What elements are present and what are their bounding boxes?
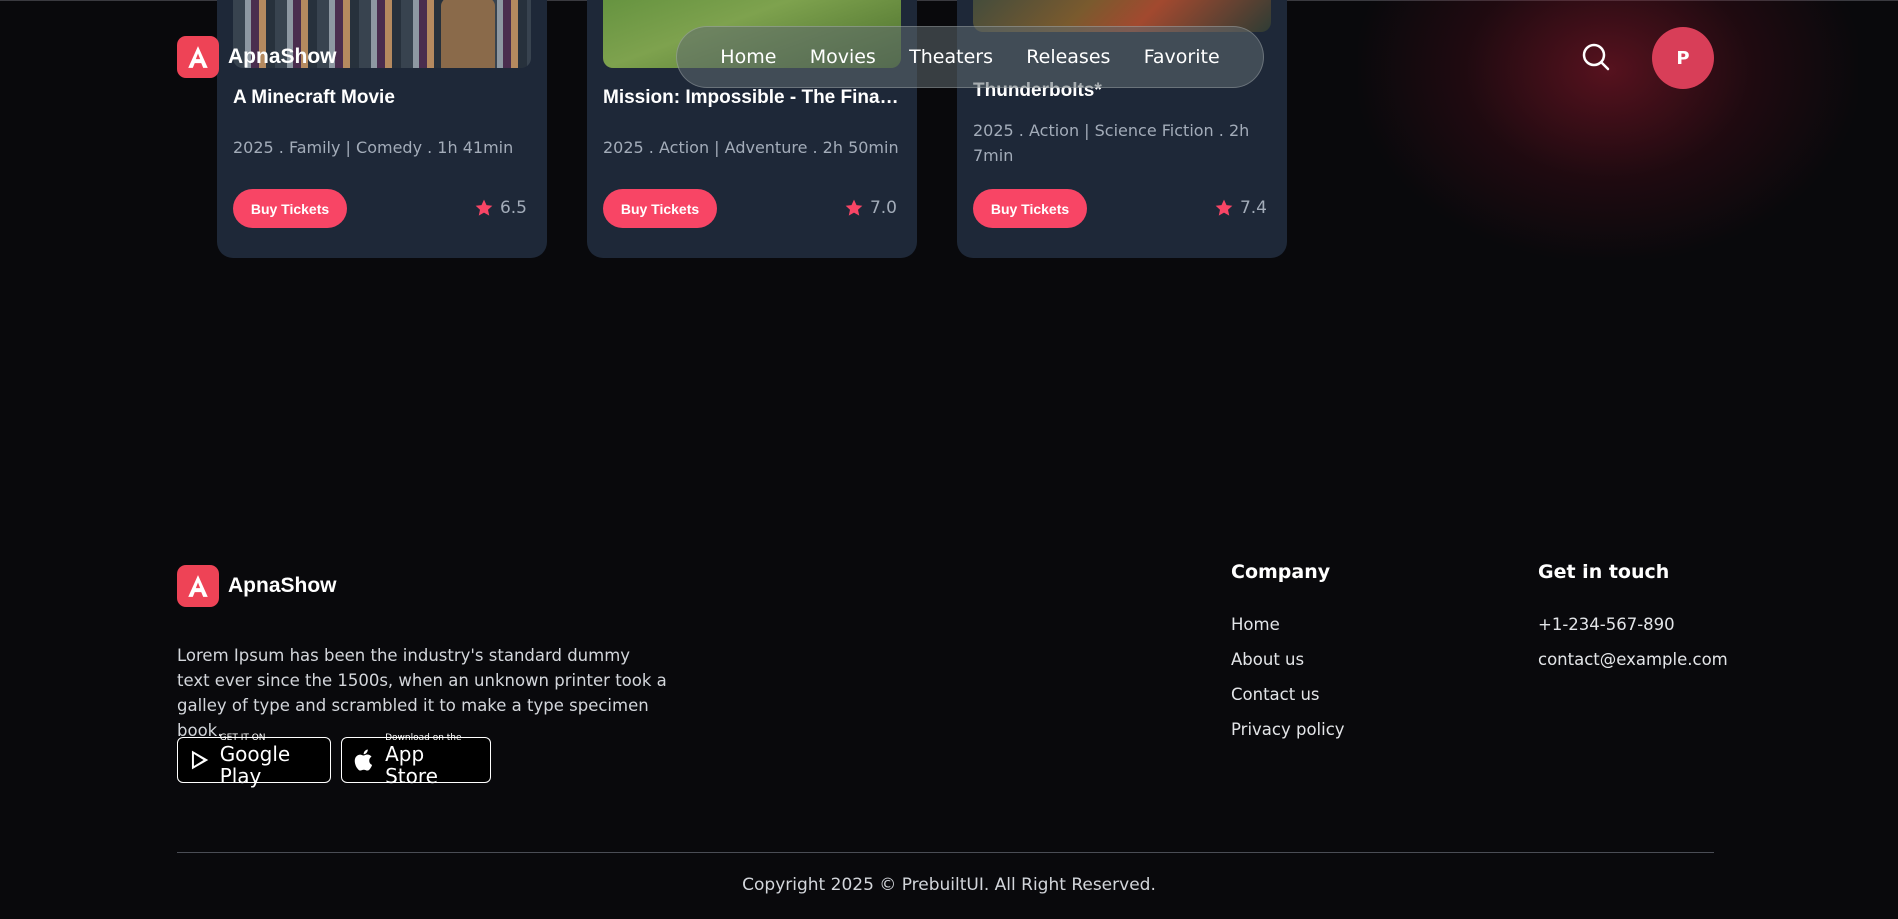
company-heading: Company <box>1231 561 1331 583</box>
user-avatar[interactable]: P <box>1652 27 1714 89</box>
logo-text: ApnaShow <box>228 45 337 68</box>
movie-rating: 7.0 <box>844 198 897 218</box>
store-big-text: App Store <box>385 742 438 788</box>
nav-home[interactable]: Home <box>720 46 776 68</box>
copyright-text: Copyright 2025 © PrebuiltUI. All Right R… <box>742 875 1156 895</box>
apple-icon <box>354 749 373 771</box>
nav-favorite[interactable]: Favorite <box>1144 46 1220 68</box>
google-play-icon <box>191 750 209 770</box>
nav-theaters[interactable]: Theaters <box>909 46 993 68</box>
app-store-button[interactable]: Download on the App Store <box>341 733 491 787</box>
footer-link-home[interactable]: Home <box>1231 615 1280 634</box>
background-glow <box>1358 0 1858 260</box>
movie-title[interactable]: Mission: Impossible - The Final Reckonin… <box>603 87 903 109</box>
footer-link-contact[interactable]: Contact us <box>1231 685 1320 704</box>
movie-meta: 2025 . Family | Comedy . 1h 41min <box>233 138 514 157</box>
movie-title[interactable]: A Minecraft Movie <box>233 87 533 109</box>
buy-tickets-button[interactable]: Buy Tickets <box>233 189 347 228</box>
store-big-text: Google Play <box>219 742 291 788</box>
star-icon <box>475 199 493 216</box>
rating-value: 7.0 <box>869 198 897 218</box>
main-nav: Home Movies Theaters Releases Favorite <box>676 26 1264 88</box>
footer-link-privacy[interactable]: Privacy policy <box>1231 720 1345 739</box>
movie-meta: 2025 . Action | Science Fiction . 2h 7mi… <box>973 121 1250 165</box>
nav-movies[interactable]: Movies <box>810 46 876 68</box>
star-icon <box>845 199 863 216</box>
movie-meta: 2025 . Action | Adventure . 2h 50min <box>603 138 899 157</box>
search-icon[interactable] <box>1581 42 1611 72</box>
logo-icon <box>177 36 219 78</box>
header-logo[interactable]: ApnaShow <box>177 36 337 78</box>
contact-email: contact@example.com <box>1538 650 1728 669</box>
footer-logo[interactable]: ApnaShow <box>177 565 337 607</box>
rating-value: 7.4 <box>1239 198 1267 218</box>
footer-link-about[interactable]: About us <box>1231 650 1304 669</box>
footer-divider <box>177 852 1714 853</box>
rating-value: 6.5 <box>499 198 527 218</box>
movie-rating: 7.4 <box>1214 198 1267 218</box>
movie-rating: 6.5 <box>474 198 527 218</box>
buy-tickets-button[interactable]: Buy Tickets <box>973 189 1087 228</box>
buy-tickets-button[interactable]: Buy Tickets <box>603 189 717 228</box>
logo-icon <box>177 565 219 607</box>
logo-text: ApnaShow <box>228 574 337 597</box>
nav-releases[interactable]: Releases <box>1026 46 1110 68</box>
footer-description: Lorem Ipsum has been the industry's stan… <box>177 646 667 740</box>
contact-phone: +1-234-567-890 <box>1538 615 1675 634</box>
get-in-touch-heading: Get in touch <box>1538 561 1670 583</box>
google-play-button[interactable]: GET IT ON Google Play <box>177 733 331 787</box>
star-icon <box>1215 199 1233 216</box>
